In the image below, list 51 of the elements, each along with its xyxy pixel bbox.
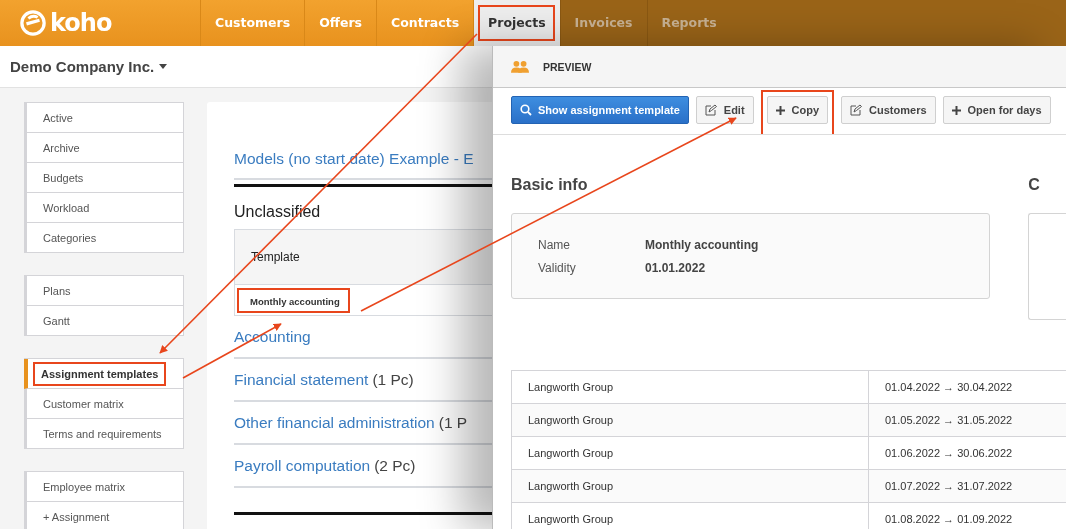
company-dropdown[interactable]: Demo Company Inc.	[10, 58, 168, 75]
logo-icon	[20, 10, 46, 36]
toolbar-button[interactable]: Customers	[841, 96, 936, 124]
panel-title: PREVIEW	[543, 60, 592, 73]
field-value: Monthly accounting	[645, 238, 760, 252]
edit-icon	[850, 104, 863, 116]
table-cell: Langworth Group	[512, 470, 869, 502]
table-cell-text: 01.08.2022 → 01.09.2022	[884, 512, 1014, 527]
sidebar-item[interactable]: + Assignment	[43, 506, 110, 527]
sidebar-item[interactable]: Employee matrix	[43, 476, 125, 497]
plus-icon	[951, 105, 961, 115]
section-heading: C	[1028, 176, 1041, 194]
sidebar-item[interactable]: Archive	[43, 137, 80, 158]
toolbar-button[interactable]: Open for days	[942, 96, 1051, 124]
table-cell-text: 01.05.2022 → 31.05.2022	[884, 413, 1014, 428]
field-label: Name	[538, 238, 571, 252]
field-label: Validity	[538, 261, 577, 275]
field-value: 01.01.2022	[645, 261, 707, 275]
nav-tab[interactable]: Projects	[473, 0, 560, 46]
toolbar-button[interactable]: Edit	[695, 96, 754, 124]
table-cell: Langworth Group	[512, 503, 869, 529]
sidebar-item[interactable]: Assignment templates	[35, 363, 165, 384]
people-icon	[511, 60, 529, 73]
edit-icon	[704, 104, 717, 116]
sidebar-item[interactable]: Workload	[43, 197, 90, 218]
section-heading: Basic info	[511, 176, 589, 194]
caret-icon	[159, 64, 168, 69]
table-cell: Langworth Group	[512, 404, 869, 436]
table-cell-text: 01.06.2022 → 30.06.2022	[884, 446, 1014, 461]
category-link[interactable]: Financial statement	[234, 370, 369, 389]
sidebar-item[interactable]: Plans	[43, 280, 71, 301]
sidebar-item[interactable]: Categories	[43, 227, 97, 248]
table-cell: Langworth Group	[512, 437, 869, 469]
table-cell-text: 01.04.2022 → 30.04.2022	[884, 380, 1014, 395]
plus-icon	[775, 105, 785, 115]
sidebar-item[interactable]: Budgets	[43, 167, 84, 188]
category-link[interactable]: Payroll computation	[234, 456, 371, 475]
toolbar-button[interactable]: Copy	[766, 96, 829, 124]
sidebar-item[interactable]: Gantt	[43, 310, 70, 331]
search-icon	[520, 104, 532, 116]
category-count: (1 Pc)	[372, 370, 414, 389]
sidebar-item[interactable]: Customer matrix	[43, 393, 124, 414]
category-count: (2 Pc)	[374, 456, 416, 475]
sidebar-item[interactable]: Terms and requirements	[43, 423, 162, 444]
category-link[interactable]: Other financial administration	[234, 413, 435, 432]
table-cell: Langworth Group	[512, 371, 869, 403]
show-template-button[interactable]: Show assignment template	[511, 96, 689, 124]
template-link[interactable]: Monthly accounting	[239, 289, 348, 311]
sidebar-item[interactable]: Active	[43, 107, 73, 128]
table-cell-text: 01.07.2022 → 31.07.2022	[884, 479, 1014, 494]
category-count: (1 P	[438, 413, 468, 432]
